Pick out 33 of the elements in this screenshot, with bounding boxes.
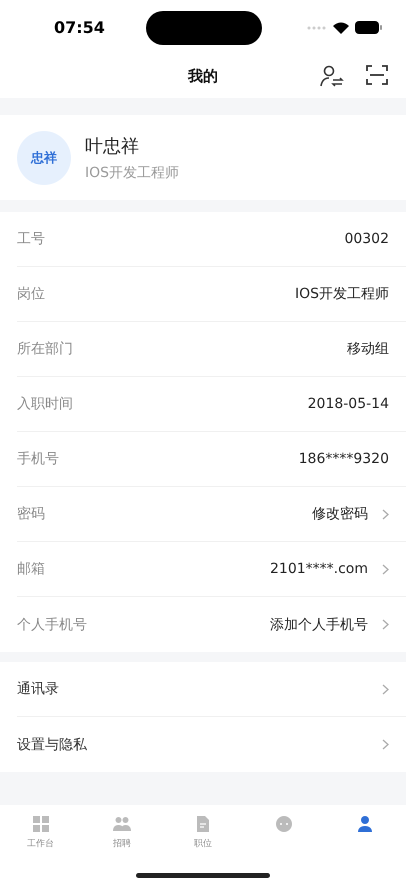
battery-icon (355, 21, 382, 34)
row-label: 邮箱 (17, 560, 45, 578)
row-value: 00302 (344, 231, 389, 247)
user-name: 叶忠祥 (85, 134, 140, 158)
menu-item[interactable]: 通讯录 (17, 680, 59, 698)
tab-label[interactable]: 职位 (194, 837, 212, 850)
user-role: IOS开发工程师 (85, 164, 180, 182)
row-value[interactable]: 2101****.com (270, 561, 368, 577)
page-title: 我的 (188, 67, 218, 86)
avatar: 忠祥 (17, 130, 71, 184)
row-label: 密码 (17, 505, 45, 523)
row-value: IOS开发工程师 (294, 285, 389, 303)
row-value: 2018-05-14 (308, 396, 389, 412)
row-label: 岗位 (17, 285, 45, 303)
row-label: 个人手机号 (17, 616, 87, 634)
row-value[interactable]: 修改密码 (312, 505, 368, 523)
wifi-icon (333, 22, 349, 34)
signal-icon (307, 26, 327, 30)
tab-label[interactable]: 工作台 (27, 837, 54, 850)
row-value[interactable]: 添加个人手机号 (270, 616, 368, 634)
row-value: 186****9320 (298, 451, 389, 467)
row-label: 手机号 (17, 450, 59, 468)
chevron-icon (382, 684, 389, 694)
row-label: 所在部门 (17, 340, 73, 358)
scan-icon[interactable] (366, 65, 388, 85)
row-label: 入职时间 (17, 395, 73, 413)
status-time: 07:54 (54, 18, 106, 37)
menu-item[interactable]: 设置与隐私 (17, 736, 87, 754)
row-label: 工号 (17, 230, 45, 248)
switch-user-icon[interactable] (320, 65, 344, 87)
chevron-icon (382, 739, 389, 750)
tab-label[interactable]: 招聘 (112, 837, 131, 850)
row-value: 移动组 (347, 340, 389, 358)
